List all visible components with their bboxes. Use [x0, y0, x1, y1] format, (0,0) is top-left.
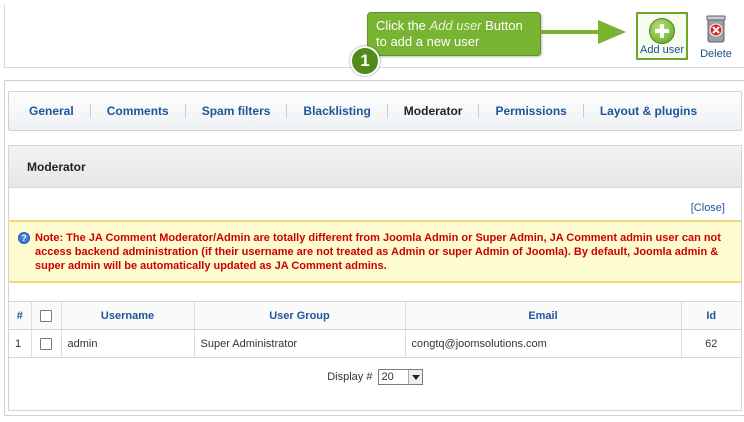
delete-button[interactable]: Delete [692, 14, 740, 62]
tab-comments[interactable]: Comments [91, 104, 186, 118]
col-header-username[interactable]: Username [61, 301, 195, 330]
tab-moderator[interactable]: Moderator [388, 104, 480, 118]
callout-line2: to add a new user [376, 34, 480, 49]
col-header-id[interactable]: Id [681, 301, 741, 330]
tab-spam-filters[interactable]: Spam filters [186, 104, 288, 118]
moderator-panel: Moderator [Close] ? Note: The JA Comment… [8, 145, 742, 411]
row-num: 1 [9, 329, 32, 358]
col-header-user-group[interactable]: User Group [194, 301, 406, 330]
tab-bar: General Comments Spam filters Blacklisti… [8, 91, 742, 131]
callout-line1-emphasis: Add user [429, 18, 482, 33]
table-header-row: # Username User Group Email Id [9, 301, 741, 330]
delete-label: Delete [700, 48, 732, 60]
plus-circle-icon [649, 18, 675, 44]
chevron-down-icon [407, 370, 422, 384]
panel-title: Moderator [9, 146, 741, 188]
pagination: Display # 20 [9, 358, 741, 394]
row-username: admin [61, 329, 195, 358]
row-select-cell [31, 329, 62, 358]
display-label: Display # [327, 370, 373, 383]
callout-line1-suffix: Button [481, 18, 523, 33]
tab-general[interactable]: General [13, 104, 91, 118]
add-user-label: Add user [639, 44, 685, 56]
callout-line1-prefix: Click the [376, 18, 430, 33]
main-content: General Comments Spam filters Blacklisti… [4, 80, 744, 416]
row-id: 62 [681, 329, 741, 358]
tab-layout-plugins[interactable]: Layout & plugins [584, 104, 713, 118]
add-user-button[interactable]: Add user [636, 12, 688, 60]
display-count-select[interactable]: 20 [377, 369, 423, 385]
table-row: 1 admin Super Administrator congtq@jooms… [9, 329, 741, 358]
row-user-group: Super Administrator [194, 329, 406, 358]
arrow-right-icon [598, 20, 626, 44]
display-count-value: 20 [381, 371, 394, 383]
notice-box: ? Note: The JA Comment Moderator/Admin a… [9, 220, 741, 283]
info-icon: ? [18, 232, 30, 244]
close-link[interactable]: [Close] [691, 202, 725, 214]
row-email: congtq@joomsolutions.com [405, 329, 682, 358]
col-header-select [31, 301, 62, 330]
close-row: [Close] [9, 188, 741, 220]
col-header-num: # [9, 301, 32, 330]
tab-blacklisting[interactable]: Blacklisting [287, 104, 388, 118]
col-header-email[interactable]: Email [405, 301, 682, 330]
row-checkbox[interactable] [40, 337, 52, 350]
select-all-checkbox[interactable] [40, 309, 52, 322]
trash-icon [706, 15, 726, 43]
step-badge: 1 [350, 46, 380, 76]
callout-arrow-line [541, 30, 601, 34]
notice-text: Note: The JA Comment Moderator/Admin are… [35, 232, 721, 272]
help-callout: Click the Add user Button to add a new u… [367, 12, 541, 56]
tab-permissions[interactable]: Permissions [479, 104, 584, 118]
moderator-table: # Username User Group Email Id 1 admin S… [9, 301, 741, 358]
